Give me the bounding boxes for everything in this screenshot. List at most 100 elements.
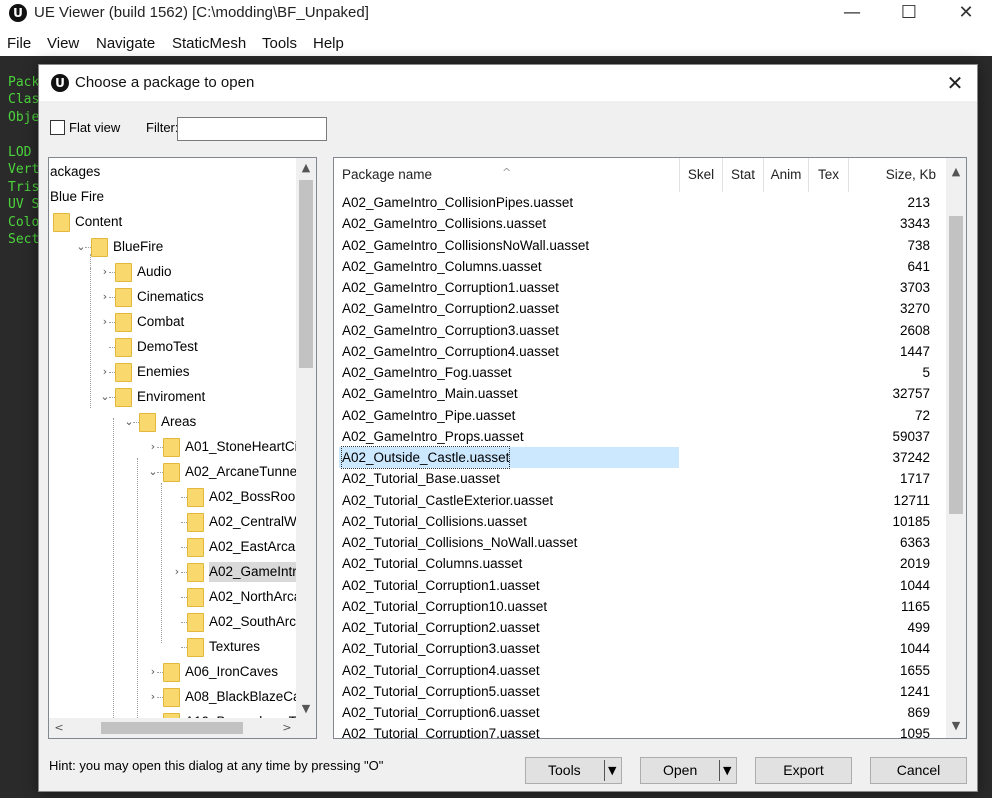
folder-icon bbox=[115, 388, 132, 407]
package-size-cell: 6363 bbox=[899, 535, 930, 550]
tree-horizontal-scrollbar[interactable]: < > bbox=[49, 718, 297, 738]
tree-node[interactable]: ackages bbox=[49, 160, 297, 184]
list-vertical-scrollbar[interactable]: ▲ ▼ bbox=[946, 158, 966, 738]
tree-node[interactable]: Blue Fire bbox=[49, 185, 297, 209]
close-icon[interactable]: ✕ bbox=[937, 0, 992, 26]
export-button[interactable]: Export bbox=[755, 757, 852, 784]
scroll-up-icon[interactable]: ▲ bbox=[946, 162, 966, 182]
tree-node[interactable]: › A06_IronCaves bbox=[49, 660, 297, 684]
table-row[interactable]: A02_Tutorial_Corruption2.uasset 499 bbox=[334, 617, 946, 638]
list-scroll-thumb[interactable] bbox=[949, 216, 963, 514]
table-row[interactable]: A02_Tutorial_Corruption10.uasset 1165 bbox=[334, 596, 946, 617]
package-name-cell: A02_GameIntro_CollisionsNoWall.uasset bbox=[342, 237, 590, 253]
tree-hscroll-thumb[interactable] bbox=[101, 722, 243, 734]
tree-node[interactable]: A02_SouthArcan bbox=[49, 610, 297, 634]
package-list[interactable]: Package name ^ Skel Stat Anim Tex Size, … bbox=[333, 157, 967, 739]
flat-view-checkbox[interactable] bbox=[50, 120, 65, 135]
table-row[interactable]: A02_Tutorial_Collisions_NoWall.uasset 636… bbox=[334, 532, 946, 553]
tools-dropdown-icon[interactable]: ▼ bbox=[608, 758, 616, 783]
scroll-down-icon[interactable]: ▼ bbox=[946, 716, 966, 736]
column-tex[interactable]: Tex bbox=[809, 158, 849, 192]
table-row[interactable]: A02_Tutorial_Collisions.uasset 10185 bbox=[334, 511, 946, 532]
scrollbar-corner bbox=[296, 718, 316, 738]
menu-help[interactable]: Help bbox=[313, 35, 344, 52]
tree-scroll-thumb[interactable] bbox=[299, 180, 313, 368]
tree-vertical-scrollbar[interactable]: ▲ ▼ bbox=[296, 158, 316, 719]
column-package-name[interactable]: Package name ^ bbox=[334, 158, 680, 192]
table-row[interactable]: A02_Tutorial_Corruption5.uasset 1241 bbox=[334, 681, 946, 702]
tree-node[interactable]: ⌄ Enviroment bbox=[49, 385, 297, 409]
tree-node[interactable]: › Enemies bbox=[49, 360, 297, 384]
table-row[interactable]: A02_GameIntro_Corruption3.uasset 2608 bbox=[334, 320, 946, 341]
open-button[interactable]: Open ▼ bbox=[640, 757, 737, 784]
open-dropdown-icon[interactable]: ▼ bbox=[723, 758, 731, 783]
scroll-up-icon[interactable]: ▲ bbox=[296, 158, 316, 178]
column-stat[interactable]: Stat bbox=[723, 158, 764, 192]
tree-node-label: Audio bbox=[137, 264, 172, 279]
table-row[interactable]: A02_Tutorial_Corruption6.uasset 869 bbox=[334, 702, 946, 723]
dialog-close-icon[interactable]: ✕ bbox=[941, 69, 969, 97]
scroll-left-icon[interactable]: < bbox=[49, 718, 69, 738]
menu-tools[interactable]: Tools bbox=[262, 35, 297, 52]
menu-view[interactable]: View bbox=[47, 35, 79, 52]
table-row[interactable]: A02_Tutorial_CastleExterior.uasset 12711 bbox=[334, 490, 946, 511]
flat-view-label: Flat view bbox=[69, 120, 121, 135]
filter-input[interactable] bbox=[177, 117, 327, 141]
table-row[interactable]: A02_Tutorial_Corruption7.uasset 1095 bbox=[334, 723, 946, 738]
scroll-right-icon[interactable]: > bbox=[277, 718, 297, 738]
table-row[interactable]: A02_GameIntro_Corruption2.uasset 3270 bbox=[334, 298, 946, 319]
tree-node-label: Areas bbox=[161, 414, 197, 429]
table-row[interactable]: A02_Outside_Castle.uasset 37242 bbox=[334, 446, 946, 469]
tree-node[interactable]: ⌄ BlueFire bbox=[49, 235, 297, 259]
folder-icon bbox=[163, 663, 180, 682]
scroll-down-icon[interactable]: ▼ bbox=[296, 699, 316, 719]
tree-node[interactable]: › A02_GameIntro bbox=[49, 560, 297, 584]
table-row[interactable]: A02_Tutorial_Corruption1.uasset 1044 bbox=[334, 575, 946, 596]
table-row[interactable]: A02_GameIntro_CollisionsNoWall.uasset 738 bbox=[334, 235, 946, 256]
table-row[interactable]: A02_GameIntro_CollisionPipes.uasset 213 bbox=[334, 192, 946, 213]
table-row[interactable]: A02_GameIntro_Corruption1.uasset 3703 bbox=[334, 277, 946, 298]
open-button-label: Open bbox=[663, 762, 698, 778]
tree-node[interactable]: ›A08_BlackBlazeCave bbox=[49, 685, 297, 709]
column-size[interactable]: Size, Kb bbox=[849, 158, 946, 192]
tree-node[interactable]: A02_NorthArcane bbox=[49, 585, 297, 609]
column-anim[interactable]: Anim bbox=[764, 158, 809, 192]
tree-node[interactable]: › Cinematics bbox=[49, 285, 297, 309]
cancel-button[interactable]: Cancel bbox=[870, 757, 967, 784]
tree-node[interactable]: A02_EastArcane bbox=[49, 535, 297, 559]
menu-staticmesh[interactable]: StaticMesh bbox=[172, 35, 246, 52]
package-size-cell: 1447 bbox=[899, 343, 930, 359]
maximize-icon[interactable]: ☐ bbox=[880, 0, 938, 26]
tree-node[interactable]: ⌄ Areas bbox=[49, 410, 297, 434]
table-row[interactable]: A02_Tutorial_Base.uasset 1717 bbox=[334, 468, 946, 489]
minimize-icon[interactable]: — bbox=[823, 0, 881, 26]
table-row[interactable]: A02_Tutorial_Corruption4.uasset 1655 bbox=[334, 660, 946, 681]
tree-node[interactable]: A02_CentralWate bbox=[49, 510, 297, 534]
folder-tree[interactable]: ackages Blue Fire Content ⌄ BlueFire › Audio › C… bbox=[48, 157, 317, 739]
column-skel[interactable]: Skel bbox=[680, 158, 723, 192]
table-row[interactable]: A02_Tutorial_Columns.uasset 2019 bbox=[334, 553, 946, 574]
table-row[interactable]: A02_GameIntro_Props.uasset 59037 bbox=[334, 426, 946, 447]
menu-file[interactable]: File bbox=[7, 35, 31, 52]
tree-node[interactable]: ⌄ A02_ArcaneTunnels bbox=[49, 460, 297, 484]
tree-node[interactable]: › A01_StoneHeartCity bbox=[49, 435, 297, 459]
list-header: Package name ^ Skel Stat Anim Tex Size, … bbox=[334, 158, 946, 192]
table-row[interactable]: A02_GameIntro_Corruption4.uasset 1447 bbox=[334, 341, 946, 362]
tree-node-label: A02_SouthArcan bbox=[209, 614, 297, 629]
tree-node[interactable]: › Audio bbox=[49, 260, 297, 284]
tree-node[interactable]: Textures bbox=[49, 635, 297, 659]
package-name-cell: A02_Tutorial_Corruption1.uasset bbox=[342, 577, 540, 593]
tools-button[interactable]: Tools ▼ bbox=[525, 757, 622, 784]
table-row[interactable]: A02_GameIntro_Pipe.uasset 72 bbox=[334, 405, 946, 426]
info-line: Tris bbox=[8, 180, 40, 195]
table-row[interactable]: A02_Tutorial_Corruption3.uasset 1044 bbox=[334, 638, 946, 659]
tree-node[interactable]: DemoTest bbox=[49, 335, 297, 359]
tree-node[interactable]: › Combat bbox=[49, 310, 297, 334]
menu-navigate[interactable]: Navigate bbox=[96, 35, 155, 52]
tree-node[interactable]: Content bbox=[49, 210, 297, 234]
table-row[interactable]: A02_GameIntro_Main.uasset 32757 bbox=[334, 383, 946, 404]
table-row[interactable]: A02_GameIntro_Collisions.uasset 3343 bbox=[334, 213, 946, 234]
table-row[interactable]: A02_GameIntro_Columns.uasset 641 bbox=[334, 256, 946, 277]
table-row[interactable]: A02_GameIntro_Fog.uasset 5 bbox=[334, 362, 946, 383]
tree-node[interactable]: A02_BossRoom bbox=[49, 485, 297, 509]
